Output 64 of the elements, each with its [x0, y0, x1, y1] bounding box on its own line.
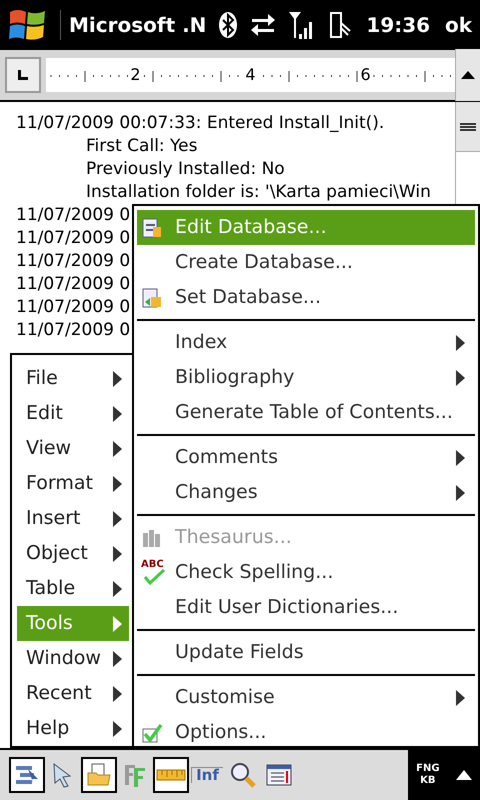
submenu-arrow-icon — [113, 370, 122, 386]
menu-item[interactable]: Edit — [17, 396, 129, 431]
menu-item[interactable]: Help — [17, 711, 129, 746]
menu-item[interactable]: Generate Table of Contents... — [137, 395, 475, 430]
menu-item[interactable]: File — [17, 361, 129, 396]
submenu-arrow-icon — [113, 720, 122, 736]
log-line: 11/07/2009 0 — [16, 227, 130, 250]
log-line: First Call: Yes — [86, 135, 198, 158]
menu-item[interactable]: Window — [17, 641, 129, 676]
menu-item[interactable]: Insert — [17, 501, 129, 536]
menu-item[interactable]: Set Database... — [137, 280, 475, 315]
log-line: 11/07/2009 0 — [16, 250, 130, 273]
ok-button[interactable]: ok — [444, 10, 472, 40]
bluetooth-icon — [218, 11, 238, 39]
submenu-arrow-icon — [113, 406, 122, 422]
log-line: 11/07/2009 0 — [16, 204, 130, 227]
document-arrow-icon — [141, 286, 163, 308]
menu-item[interactable]: Bibliography — [137, 360, 475, 395]
window-title: Microsoft .N — [60, 10, 206, 40]
tab-stop-button[interactable] — [5, 57, 41, 93]
submenu-arrow-icon — [113, 476, 122, 492]
submenu-arrow-icon — [113, 686, 122, 702]
log-line: Installation folder is: '\Karta pamieci\Win — [86, 181, 431, 204]
submenu-arrow-icon — [113, 580, 122, 596]
menu-item[interactable]: Recent — [17, 676, 129, 711]
menu-item[interactable]: Edit User Dictionaries... — [137, 590, 475, 625]
log-line: Previously Installed: No — [86, 158, 285, 181]
menu-item[interactable]: Format — [17, 466, 129, 501]
submenu-arrow-icon — [113, 616, 122, 632]
up-arrow-icon[interactable] — [456, 770, 472, 780]
menu-item[interactable]: Changes — [137, 475, 475, 510]
log-line: 11/07/2009 0 — [16, 296, 130, 319]
menu-item[interactable]: Table — [17, 571, 129, 606]
document-icon — [141, 216, 163, 238]
menu-item[interactable]: View — [17, 431, 129, 466]
ruler-icon[interactable] — [153, 757, 189, 793]
log-line: 11/07/2009 0 — [16, 273, 130, 296]
log-line: 11/07/2009 0 — [16, 319, 130, 342]
left-tab-icon — [18, 70, 28, 80]
outline-icon[interactable] — [9, 757, 45, 793]
menu-item[interactable]: Options... — [137, 715, 475, 750]
scroll-thumb[interactable] — [456, 102, 480, 152]
submenu-arrow-icon — [113, 546, 122, 562]
menu-item[interactable]: Index — [137, 325, 475, 360]
up-arrow-icon — [461, 71, 476, 79]
submenu-arrow-icon — [113, 650, 122, 666]
scroll-up-button[interactable] — [455, 49, 480, 101]
menu-item[interactable]: Customise — [137, 680, 475, 715]
info-button[interactable]: Inf — [189, 757, 225, 793]
clock: 19:36 — [366, 12, 430, 39]
log-line: 11/07/2009 00:07:33: Entered Install_Init(). — [16, 112, 384, 135]
submenu-arrow-icon — [113, 510, 122, 526]
checkbox-icon — [141, 722, 163, 744]
menu-item[interactable]: Create Database... — [137, 245, 475, 280]
grip-icon — [460, 122, 476, 130]
keyboard-button[interactable]: FNG KB — [416, 763, 440, 787]
sync-arrows-icon — [250, 13, 276, 37]
menu-item[interactable]: ABC Check Spelling... — [137, 555, 475, 590]
submenu-arrow-icon — [113, 440, 122, 456]
folder-icon[interactable] — [81, 757, 117, 793]
info-label: Inf — [191, 767, 223, 783]
menu-item[interactable]: Object — [17, 536, 129, 571]
menu-item[interactable]: Update Fields — [137, 635, 475, 670]
menu-item[interactable]: Comments — [137, 440, 475, 475]
